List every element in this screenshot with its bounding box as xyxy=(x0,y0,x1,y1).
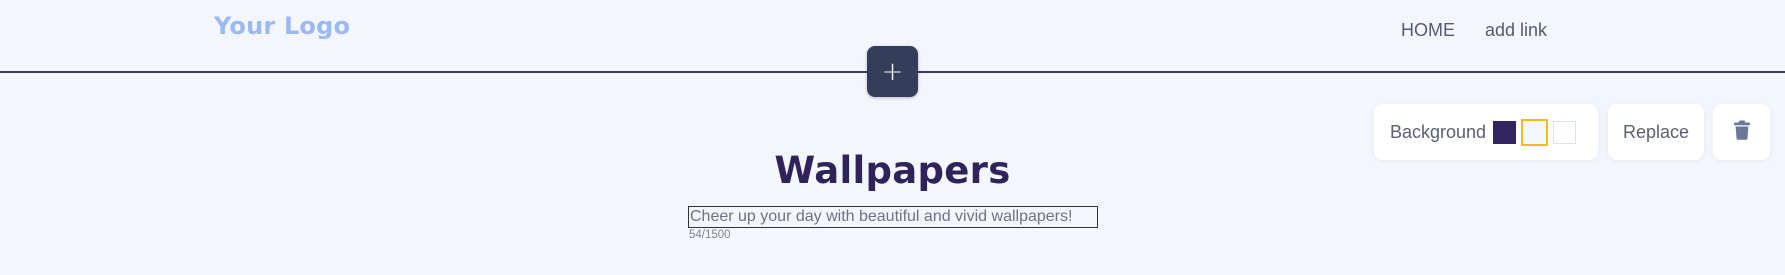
logo[interactable]: Your Logo xyxy=(214,12,350,40)
page-title: Wallpapers xyxy=(774,149,1011,192)
swatch-light-selected[interactable] xyxy=(1521,118,1549,146)
char-counter: 54/1500 xyxy=(689,229,731,241)
subtitle-input[interactable] xyxy=(688,206,1098,228)
add-section-button[interactable]: + xyxy=(867,46,918,97)
trash-icon xyxy=(1733,120,1750,145)
main-nav: HOME add link xyxy=(1401,20,1547,41)
nav-link-home[interactable]: HOME xyxy=(1401,20,1455,41)
replace-label: Replace xyxy=(1622,121,1690,142)
background-label: Background xyxy=(1390,121,1487,142)
nav-link-add-link[interactable]: add link xyxy=(1485,20,1547,41)
swatch-white[interactable] xyxy=(1553,120,1577,144)
swatch-dark[interactable] xyxy=(1493,120,1517,144)
